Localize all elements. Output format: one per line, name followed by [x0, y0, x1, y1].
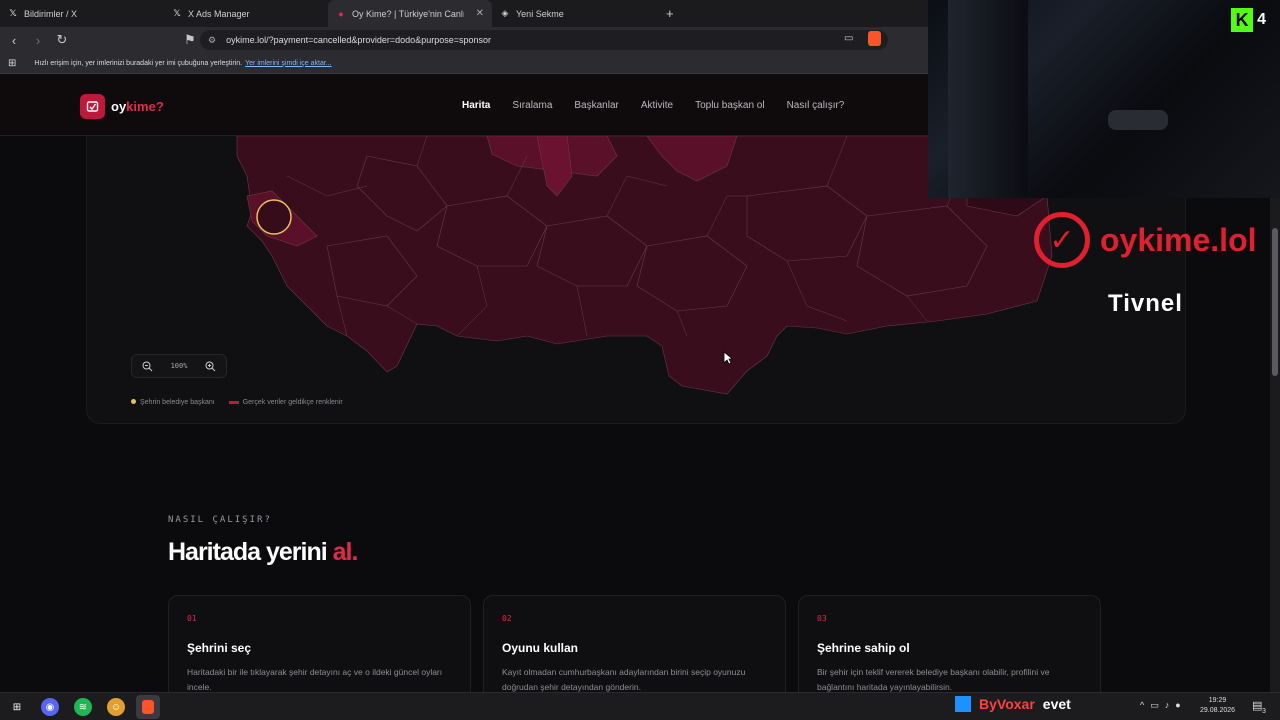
nav-nasil[interactable]: Nasıl çalışır?: [787, 100, 845, 111]
section-eyebrow: NASIL ÇALIŞIR?: [168, 515, 272, 525]
taskbar: ⊞ ◉ ≋ ☺ ByVoxar evet ^ ▭ ♪ ● 19:29 29.08…: [0, 692, 1280, 720]
nav-baskanlar[interactable]: Başkanlar: [574, 100, 618, 111]
clock[interactable]: 19:29 29.08.2026: [1200, 696, 1235, 716]
step-card-3: 03 Şehrine sahip ol Bir şehir için tekli…: [798, 595, 1101, 705]
system-tray: ^ ▭ ♪ ●: [1140, 700, 1181, 711]
mic-icon[interactable]: ●: [1175, 700, 1180, 711]
step-desc: Kayıt olmadan cumhurbaşkanı adaylarından…: [502, 667, 746, 692]
x-logo-icon: 𝕏: [173, 8, 181, 18]
nav-harita[interactable]: Harita: [462, 100, 490, 111]
site-info-icon[interactable]: ⚙: [208, 35, 216, 46]
step-card-1: 01 Şehrini seç Haritadaki bir ile tıklay…: [168, 595, 471, 705]
brand-name: oykime.lol: [1100, 221, 1257, 258]
nav-aktivite[interactable]: Aktivite: [641, 100, 673, 111]
notification-count: 3: [1262, 708, 1266, 715]
site-header: oykime? Harita Sıralama Başkanlar Aktivi…: [0, 75, 928, 136]
address-bar-row: ‹ › ↻ ⚑ ⚙ oykime.lol/?payment=cancelled&…: [0, 27, 928, 53]
kick-badge: K 4: [1231, 8, 1266, 32]
map-legend: Şehrin belediye başkanı Gerçek veriler g…: [131, 399, 343, 406]
main-nav: Harita Sıralama Başkanlar Aktivite Toplu…: [462, 100, 844, 111]
brand-overlay: ✓ oykime.lol: [1034, 212, 1257, 268]
chat-ticker: ByVoxar evet: [955, 696, 1071, 712]
chat-badge-icon: [955, 696, 971, 712]
chat-user: ByVoxar: [979, 696, 1035, 712]
streamer-name: Tivnel: [1108, 290, 1183, 317]
url-text: oykime.lol/?payment=cancelled&provider=d…: [226, 35, 491, 45]
step-title: Şehrine sahip ol: [817, 641, 910, 655]
step-card-2: 02 Oyunu kullan Kayıt olmadan cumhurbaşk…: [483, 595, 786, 705]
url-field[interactable]: ⚙ oykime.lol/?payment=cancelled&provider…: [200, 30, 888, 50]
legend-dot-icon: [131, 399, 136, 404]
zoom-out-icon[interactable]: [138, 357, 156, 375]
new-tab-button[interactable]: +: [656, 6, 674, 21]
discord-icon[interactable]: ◉: [41, 698, 59, 716]
tab-new[interactable]: ◈ Yeni Sekme: [492, 0, 656, 27]
site-logo[interactable]: oykime?: [80, 94, 164, 119]
chat-message: evet: [1042, 696, 1071, 712]
bookmark-icon[interactable]: ⚑: [180, 32, 200, 48]
bookmarks-bar: ⊞ Hızlı erişim için, yer imlerinizi bura…: [0, 53, 928, 74]
spotify-icon[interactable]: ≋: [74, 698, 92, 716]
step-number: 03: [817, 614, 827, 623]
bookmarks-hint: Hızlı erişim için, yer imlerinizi burada…: [34, 59, 243, 67]
tab-notifications[interactable]: 𝕏 Bildirimler / X: [0, 0, 164, 27]
mouse-cursor-icon: [723, 351, 733, 365]
step-title: Şehrini seç: [187, 641, 252, 655]
close-tab-icon[interactable]: ✕: [476, 8, 484, 19]
tab-label: X Ads Manager: [188, 8, 250, 19]
headset-logo: [1108, 110, 1168, 130]
forward-icon[interactable]: ›: [28, 33, 48, 48]
webcam-overlay: K 4: [928, 0, 1280, 198]
step-desc: Bir şehir için teklif vererek belediye b…: [817, 667, 1050, 692]
tray-chevron-icon[interactable]: ^: [1140, 700, 1144, 711]
speaker-icon[interactable]: ♪: [1165, 700, 1170, 711]
network-icon[interactable]: ▭: [1150, 700, 1159, 711]
reload-icon[interactable]: ↻: [52, 32, 72, 48]
x-logo-icon: 𝕏: [9, 8, 17, 18]
kick-logo-icon: K: [1231, 8, 1254, 32]
legend-mayor: Şehrin belediye başkanı: [131, 399, 215, 406]
brave-taskbar-icon[interactable]: [136, 695, 160, 719]
ballot-icon: [80, 94, 105, 119]
mayor-marker[interactable]: [256, 199, 292, 235]
tab-label: Oy Kime? | Türkiye'nin Canlı Oy Haritası: [352, 8, 464, 19]
kick-count: 4: [1257, 11, 1266, 28]
brave-shield-icon: ◈: [501, 8, 509, 18]
cast-icon[interactable]: ▭: [844, 33, 853, 44]
nav-siralama[interactable]: Sıralama: [512, 100, 552, 111]
legend-bar-icon: [228, 400, 239, 404]
step-title: Oyunu kullan: [502, 641, 579, 655]
import-bookmarks-link[interactable]: Yer imlerini şimdi içe aktar...: [245, 60, 332, 67]
zoom-level: 100%: [170, 362, 188, 370]
notification-icon[interactable]: ▤: [1252, 699, 1262, 712]
windows-start-icon[interactable]: ⊞: [8, 698, 26, 716]
tab-oykime[interactable]: ● Oy Kime? | Türkiye'nin Canlı Oy Harita…: [328, 0, 492, 27]
oykime-logo-icon: ✓: [1034, 212, 1090, 268]
back-icon[interactable]: ‹: [4, 33, 24, 48]
oykime-favicon: ●: [338, 8, 344, 19]
webcam-shadow: [948, 0, 1028, 198]
tab-bar: 𝕏 Bildirimler / X 𝕏 X Ads Manager ● Oy K…: [0, 0, 928, 27]
tab-label: Bildirimler / X: [24, 8, 78, 19]
tab-ads-manager[interactable]: 𝕏 X Ads Manager: [164, 0, 328, 27]
apps-icon[interactable]: ⊞: [8, 58, 16, 69]
logo-text: oykime?: [111, 99, 164, 114]
brave-shield-icon[interactable]: [868, 31, 881, 46]
section-headline: Haritada yerini al.: [168, 538, 358, 566]
step-number: 02: [502, 614, 512, 623]
legend-data: Gerçek veriler geldikçe renklenir: [228, 399, 343, 406]
scrollbar-thumb[interactable]: [1272, 228, 1278, 376]
step-number: 01: [187, 614, 197, 623]
app-icon[interactable]: ☺: [107, 698, 125, 716]
step-desc: Haritadaki bir ile tıklayarak şehir deta…: [187, 667, 443, 692]
nav-toplu-baskan[interactable]: Toplu başkan ol: [695, 100, 765, 111]
zoom-control: 100%: [131, 354, 227, 378]
zoom-in-icon[interactable]: [202, 357, 220, 375]
tab-label: Yeni Sekme: [516, 8, 564, 19]
